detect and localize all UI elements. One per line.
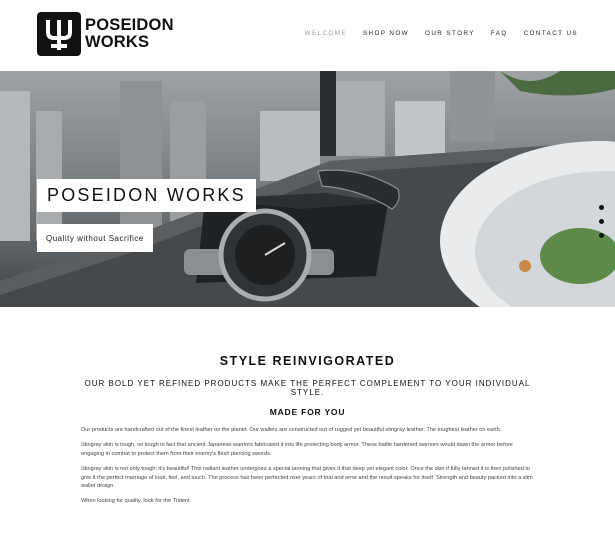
hero-banner: POSEIDON WORKS Quality without Sacrifice [0,71,615,307]
paragraph: Stingray skin is not only tough; it's be… [81,466,533,490]
main-content: STYLE REINVIGORATED OUR BOLD YET REFINED… [0,354,615,506]
hero-tagline: Quality without Sacrifice [37,224,153,252]
slider-dots [599,205,604,238]
section-heading: STYLE REINVIGORATED [219,354,396,368]
slider-dot-3[interactable] [599,233,604,238]
hero-title: POSEIDON WORKS [37,179,256,212]
brand-logo[interactable]: POSEIDON WORKS [37,12,174,56]
plant-leaves [500,71,615,96]
brand-line-2: WORKS [85,33,150,51]
nav-welcome[interactable]: WELCOME [305,30,347,37]
salad-tomato [519,260,531,272]
trident-icon [37,12,81,56]
nav-contact-us[interactable]: CONTACT US [524,30,578,37]
slider-dot-1[interactable] [599,205,604,210]
brand-line-1: POSEIDON [85,16,174,34]
building [0,91,30,241]
paragraph: When looking for quality, look for the T… [81,498,192,505]
slider-dot-2[interactable] [599,219,604,224]
brand-wordmark: POSEIDON WORKS [85,17,174,51]
building [395,101,445,161]
main-nav: WELCOME SHOP NOW OUR STORY FAQ CONTACT U… [305,30,578,37]
nav-faq[interactable]: FAQ [491,30,508,37]
nav-our-story[interactable]: OUR STORY [425,30,475,37]
building [36,111,62,241]
section-subheading: OUR BOLD YET REFINED PRODUCTS MAKE THE P… [84,379,531,397]
paragraph: Our products are handcrafted out of the … [81,427,502,433]
made-for-you-title: MADE FOR YOU [269,407,346,417]
site-header: POSEIDON WORKS WELCOME SHOP NOW OUR STOR… [0,0,615,71]
nav-shop-now[interactable]: SHOP NOW [363,30,409,37]
paragraph: Stingray skin is tough, so tough in fact… [81,442,513,457]
window-frame [320,71,336,156]
building [330,81,385,156]
building [450,71,495,141]
